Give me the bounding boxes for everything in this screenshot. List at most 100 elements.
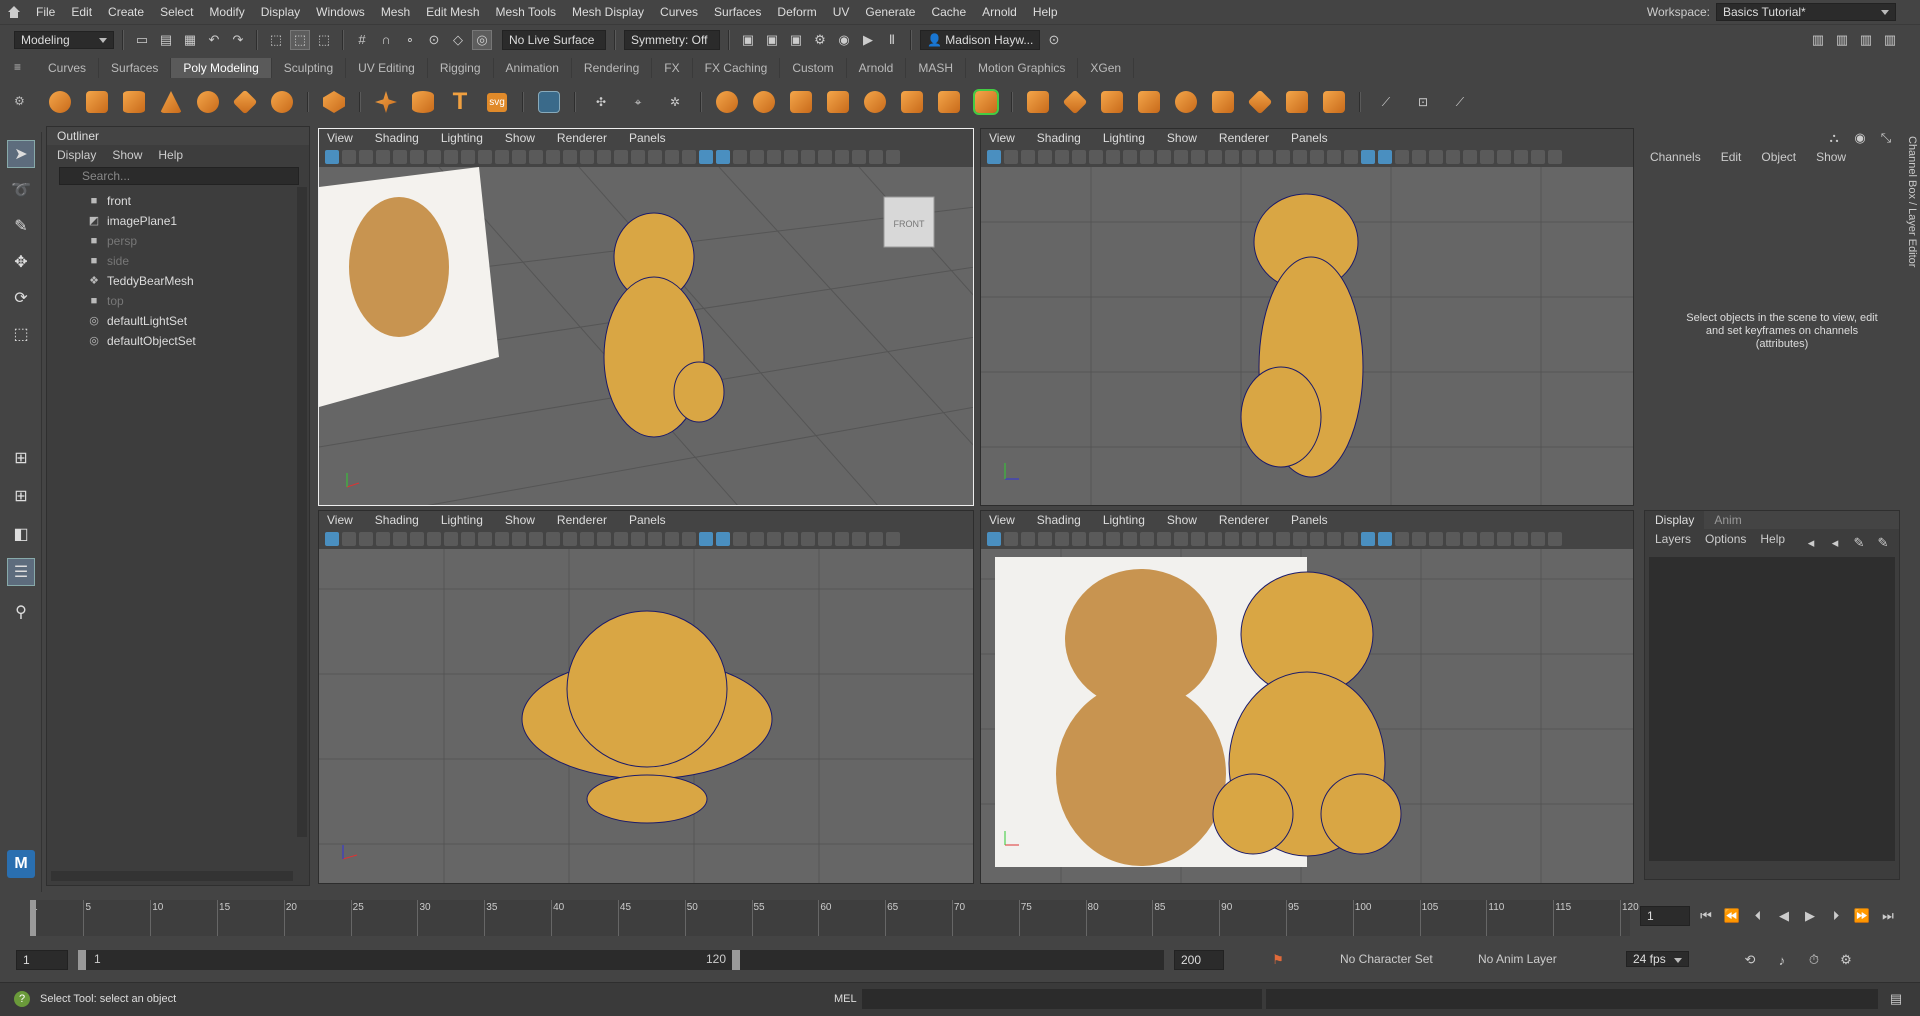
hypershade-icon[interactable]: ◉ xyxy=(834,30,854,50)
viewport-tool-icon[interactable] xyxy=(869,150,883,164)
viewport-menu-renderer[interactable]: Renderer xyxy=(1219,129,1269,147)
viewport-menu-panels[interactable]: Panels xyxy=(1291,129,1328,147)
viewport-tool-icon[interactable] xyxy=(444,532,458,546)
viewport-tool-icon[interactable] xyxy=(1191,150,1205,164)
viewport-tool-icon[interactable] xyxy=(563,532,577,546)
viewport-tool-icon[interactable] xyxy=(767,532,781,546)
anim-layer-selector[interactable]: No Anim Layer xyxy=(1478,952,1557,966)
viewport-front[interactable]: View Shading Lighting Show Renderer Panels xyxy=(980,510,1634,884)
viewport-tool-icon[interactable] xyxy=(784,532,798,546)
viewport-tool-icon[interactable] xyxy=(1072,150,1086,164)
viewport-tool-icon[interactable] xyxy=(580,150,594,164)
type-tool-icon[interactable]: T xyxy=(444,86,476,118)
viewport-tool-icon[interactable] xyxy=(1225,532,1239,546)
anim-prefs-icon[interactable]: ⚙ xyxy=(1836,950,1856,970)
character-set-selector[interactable]: No Character Set xyxy=(1340,952,1433,966)
viewport-menu-view[interactable]: View xyxy=(989,511,1015,529)
viewport-tool-icon[interactable] xyxy=(1225,150,1239,164)
viewport-tool-icon[interactable] xyxy=(1531,150,1545,164)
sound-icon[interactable]: ♪ xyxy=(1772,950,1792,970)
viewport-tool-icon[interactable] xyxy=(1310,532,1324,546)
viewport-tool-icon[interactable] xyxy=(1191,532,1205,546)
viewport-tool-icon[interactable] xyxy=(444,150,458,164)
viewport-tool-icon[interactable] xyxy=(1089,532,1103,546)
menu-mesh-tools[interactable]: Mesh Tools xyxy=(488,0,564,24)
script-editor-icon[interactable]: ▤ xyxy=(1886,989,1906,1009)
boolean-icon[interactable] xyxy=(822,86,854,118)
outliner-item[interactable]: ■ front xyxy=(47,191,309,211)
viewport-menu-renderer[interactable]: Renderer xyxy=(557,129,607,147)
viewport-tool-icon[interactable] xyxy=(1174,532,1188,546)
poly-plane-icon[interactable] xyxy=(229,86,261,118)
channel-box-icon[interactable]: ▥ xyxy=(1880,30,1900,50)
viewport-tool-icon[interactable] xyxy=(1055,532,1069,546)
step-forward-frame-icon[interactable]: ⏵ xyxy=(1826,906,1846,926)
viewport-tool-icon[interactable] xyxy=(987,532,1001,546)
snap-view-icon[interactable]: ⊙ xyxy=(424,30,444,50)
viewport-tool-icon[interactable] xyxy=(1344,150,1358,164)
viewport-menu-lighting[interactable]: Lighting xyxy=(1103,511,1145,529)
playback-speed-icon[interactable]: ⏱ xyxy=(1804,950,1824,970)
rotate-tool-icon[interactable]: ⟳ xyxy=(7,284,35,312)
shelf-settings-icon[interactable]: ⚙ xyxy=(14,94,28,110)
viewport-tool-icon[interactable] xyxy=(393,532,407,546)
viewport-menu-panels[interactable]: Panels xyxy=(1291,511,1328,529)
combine-icon[interactable] xyxy=(711,86,743,118)
viewport-tool-icon[interactable] xyxy=(1429,150,1443,164)
viewport-menu-lighting[interactable]: Lighting xyxy=(441,511,483,529)
poly-platonic-icon[interactable] xyxy=(318,86,350,118)
time-slider-track[interactable]: 1510152025303540455055606570758085909510… xyxy=(30,900,1639,936)
viewport-tool-icon[interactable] xyxy=(461,150,475,164)
viewport-tool-icon[interactable] xyxy=(1480,150,1494,164)
viewport-tool-icon[interactable] xyxy=(342,532,356,546)
viewport-menu-show[interactable]: Show xyxy=(505,129,535,147)
mel-label[interactable]: MEL xyxy=(834,993,857,1005)
menu-uv[interactable]: UV xyxy=(825,0,858,24)
viewport-tool-icon[interactable] xyxy=(1395,532,1409,546)
viewport-tool-icon[interactable] xyxy=(376,150,390,164)
freeze-transform-icon[interactable]: ⌖ xyxy=(622,86,654,118)
viewport-canvas[interactable]: FRONT xyxy=(319,166,973,505)
viewport-tool-icon[interactable] xyxy=(750,150,764,164)
outliner-item[interactable]: ■ persp xyxy=(47,231,309,251)
home-icon[interactable] xyxy=(0,0,28,24)
menu-modify[interactable]: Modify xyxy=(201,0,252,24)
viewport-tool-icon[interactable] xyxy=(750,532,764,546)
viewport-tool-icon[interactable] xyxy=(733,532,747,546)
sweep-mesh-icon[interactable] xyxy=(407,86,439,118)
move-tool-icon[interactable]: ✥ xyxy=(7,248,35,276)
target-weld-icon[interactable]: ⟋ xyxy=(1370,86,1402,118)
viewport-tool-icon[interactable] xyxy=(1361,150,1375,164)
outliner-item[interactable]: ◎ defaultObjectSet xyxy=(47,331,309,351)
outliner-item[interactable]: ■ top xyxy=(47,291,309,311)
live-surface-field[interactable]: No Live Surface xyxy=(502,29,606,50)
channel-pin-icon[interactable]: ⤡ xyxy=(1876,128,1896,148)
viewport-tool-icon[interactable] xyxy=(1548,532,1562,546)
layer-up-icon[interactable]: ◂ xyxy=(1801,533,1821,553)
viewport-tool-icon[interactable] xyxy=(1344,532,1358,546)
shelf-tab-custom[interactable]: Custom xyxy=(780,58,847,78)
shelf-tab-surfaces[interactable]: Surfaces xyxy=(99,58,172,78)
viewport-tool-icon[interactable] xyxy=(529,532,543,546)
outliner-layout-icon[interactable]: ☰ xyxy=(7,558,35,586)
viewport-tool-icon[interactable] xyxy=(648,532,662,546)
viewport-tool-icon[interactable] xyxy=(1412,150,1426,164)
viewport-tool-icon[interactable] xyxy=(1123,532,1137,546)
channel-sync-icon[interactable]: ⛬ xyxy=(1824,128,1844,148)
append-polygon-icon[interactable] xyxy=(1244,86,1276,118)
viewport-tool-icon[interactable] xyxy=(478,532,492,546)
viewport-tool-icon[interactable] xyxy=(648,150,662,164)
viewport-tool-icon[interactable] xyxy=(1106,150,1120,164)
svg-tool-icon[interactable]: svg xyxy=(481,86,513,118)
viewport-tool-icon[interactable] xyxy=(1497,150,1511,164)
viewport-tool-icon[interactable] xyxy=(1038,532,1052,546)
viewport-menu-renderer[interactable]: Renderer xyxy=(557,511,607,529)
viewport-tool-icon[interactable] xyxy=(682,150,696,164)
viewport-tool-icon[interactable] xyxy=(1480,532,1494,546)
viewport-tool-icon[interactable] xyxy=(1276,532,1290,546)
go-to-end-icon[interactable]: ⏭ xyxy=(1878,906,1898,926)
viewport-tool-icon[interactable] xyxy=(1208,532,1222,546)
redo-icon[interactable]: ↷ xyxy=(228,30,248,50)
viewport-tool-icon[interactable] xyxy=(614,532,628,546)
viewport-tool-icon[interactable] xyxy=(1021,532,1035,546)
